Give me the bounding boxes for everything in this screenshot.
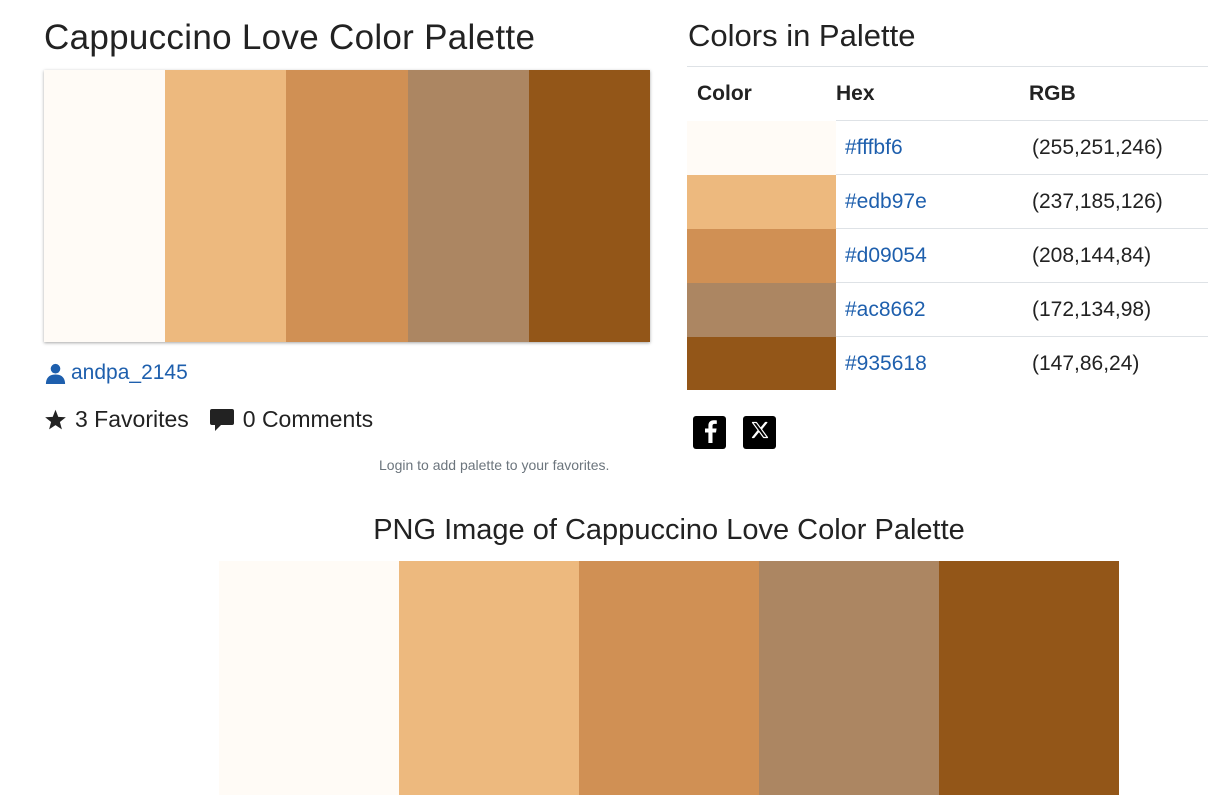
hex-link[interactable]: #ac8662 <box>845 298 926 321</box>
author-link[interactable]: andpa_2145 <box>44 361 188 385</box>
png-swatch-4 <box>759 561 939 795</box>
share-buttons <box>693 416 776 449</box>
rgb-value: (208,144,84) <box>1029 228 1208 283</box>
png-swatch-2 <box>399 561 579 795</box>
rgb-value: (172,134,98) <box>1029 282 1208 337</box>
table-row: #935618 (147,86,24) <box>687 336 1208 390</box>
color-swatch-cell <box>687 228 836 283</box>
png-swatch-3 <box>579 561 759 795</box>
color-swatch-cell <box>687 120 836 175</box>
swatch-1[interactable] <box>44 70 166 342</box>
favorites-count[interactable]: 3 Favorites <box>44 406 189 433</box>
login-note: Login to add palette to your favorites. <box>379 457 610 473</box>
hex-link[interactable]: #d09054 <box>845 244 927 267</box>
swatch-2[interactable] <box>165 70 287 342</box>
comment-icon <box>209 408 235 432</box>
table-header-row: Color Hex RGB <box>687 66 1208 121</box>
rgb-value: (237,185,126) <box>1029 174 1208 229</box>
favorites-label: 3 Favorites <box>75 406 189 432</box>
color-swatch-cell <box>687 282 836 337</box>
palette-stats: 3 Favorites 0 Comments <box>44 406 373 433</box>
hex-link[interactable]: #fffbf6 <box>845 136 903 159</box>
x-icon <box>751 421 769 444</box>
facebook-share-button[interactable] <box>693 416 726 449</box>
rgb-value: (255,251,246) <box>1029 120 1208 175</box>
table-row: #d09054 (208,144,84) <box>687 228 1208 283</box>
png-section-title: PNG Image of Cappuccino Love Color Palet… <box>373 514 965 546</box>
header-hex: Hex <box>836 66 1029 121</box>
table-row: #ac8662 (172,134,98) <box>687 282 1208 337</box>
table-row: #edb97e (237,185,126) <box>687 174 1208 229</box>
comments-count[interactable]: 0 Comments <box>209 406 373 433</box>
author-name: andpa_2145 <box>71 361 188 384</box>
colors-table: Color Hex RGB #fffbf6 (255,251,246) #edb… <box>687 66 1208 390</box>
x-share-button[interactable] <box>743 416 776 449</box>
png-palette-image <box>219 561 1119 795</box>
rgb-value: (147,86,24) <box>1029 336 1208 390</box>
png-swatch-5 <box>939 561 1119 795</box>
color-swatch-cell <box>687 336 836 390</box>
swatch-3[interactable] <box>286 70 408 342</box>
table-row: #fffbf6 (255,251,246) <box>687 120 1208 175</box>
user-icon <box>44 362 67 385</box>
swatch-5[interactable] <box>528 70 651 342</box>
comments-label: 0 Comments <box>242 406 374 432</box>
hex-link[interactable]: #935618 <box>845 352 927 375</box>
palette-title: Cappuccino Love Color Palette <box>44 18 536 57</box>
color-swatch-cell <box>687 174 836 229</box>
star-icon <box>44 409 67 431</box>
facebook-icon <box>700 417 720 448</box>
palette-swatches <box>44 70 651 342</box>
header-rgb: RGB <box>1029 66 1208 121</box>
colors-table-title: Colors in Palette <box>688 18 916 53</box>
header-color: Color <box>687 66 836 121</box>
png-swatch-1 <box>219 561 399 795</box>
swatch-4[interactable] <box>407 70 529 342</box>
hex-link[interactable]: #edb97e <box>845 190 927 213</box>
